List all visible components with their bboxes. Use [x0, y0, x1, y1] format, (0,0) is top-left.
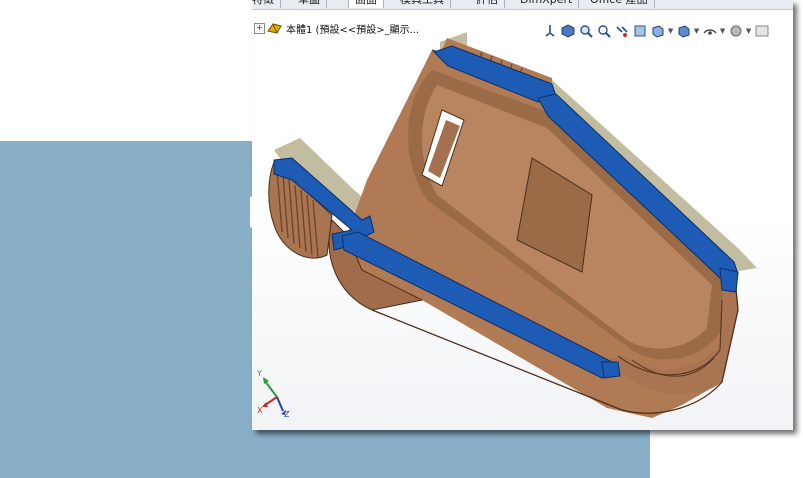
- bushing-section-model: [268, 32, 757, 418]
- chevron-down-icon[interactable]: ▼: [668, 23, 673, 38]
- expand-icon[interactable]: +: [254, 22, 265, 34]
- chevron-down-icon[interactable]: ▼: [746, 23, 751, 38]
- command-manager-tabs: 特徵 草圖 曲面 模具工具 評估 DimXpert Office 產品: [252, 0, 793, 10]
- triad-z-label: Z: [284, 410, 290, 417]
- chevron-down-icon[interactable]: ▼: [694, 23, 699, 38]
- tab-features[interactable]: 特徵: [252, 0, 281, 8]
- part-name-label: 本體1 (預設<<預設>_顯示...: [286, 24, 420, 36]
- view-orientation-cube-icon[interactable]: [650, 23, 665, 38]
- feature-tree-root[interactable]: + 本體1 (預設<<預設>_顯示...: [254, 21, 420, 36]
- tab-mold-tools[interactable]: 模具工具: [394, 0, 451, 8]
- tab-sketch[interactable]: 草圖: [292, 0, 327, 8]
- part-icon: [267, 23, 282, 34]
- view-3d-icon[interactable]: [560, 23, 575, 38]
- triad-y-label: Y: [257, 369, 262, 378]
- graphics-area[interactable]: + 本體1 (預設<<預設>_顯示... ▼ ▼ ▼ ▼ Y X Z: [252, 10, 793, 430]
- triad-x-label: X: [257, 406, 263, 415]
- hide-show-items-icon[interactable]: [702, 23, 717, 38]
- cad-window: 特徵 草圖 曲面 模具工具 評估 DimXpert Office 產品: [252, 0, 793, 430]
- section-view-icon[interactable]: [632, 23, 647, 38]
- edit-appearance-icon[interactable]: [728, 23, 743, 38]
- tab-dimxpert[interactable]: DimXpert: [514, 0, 580, 8]
- previous-view-icon[interactable]: [614, 23, 629, 38]
- chevron-down-icon[interactable]: ▼: [720, 23, 725, 38]
- apply-scene-icon[interactable]: [754, 23, 769, 38]
- reference-triad: Y X Z: [257, 369, 290, 417]
- zoom-area-icon[interactable]: [596, 23, 611, 38]
- display-style-icon[interactable]: [676, 23, 691, 38]
- zoom-to-fit-icon[interactable]: [578, 23, 593, 38]
- tab-evaluate[interactable]: 評估: [470, 0, 505, 8]
- tab-office-products[interactable]: Office 產品: [584, 0, 655, 8]
- view-orientation-icon[interactable]: [542, 23, 557, 38]
- heads-up-view-toolbar: ▼ ▼ ▼ ▼: [542, 23, 769, 38]
- tab-surfaces[interactable]: 曲面: [348, 0, 384, 8]
